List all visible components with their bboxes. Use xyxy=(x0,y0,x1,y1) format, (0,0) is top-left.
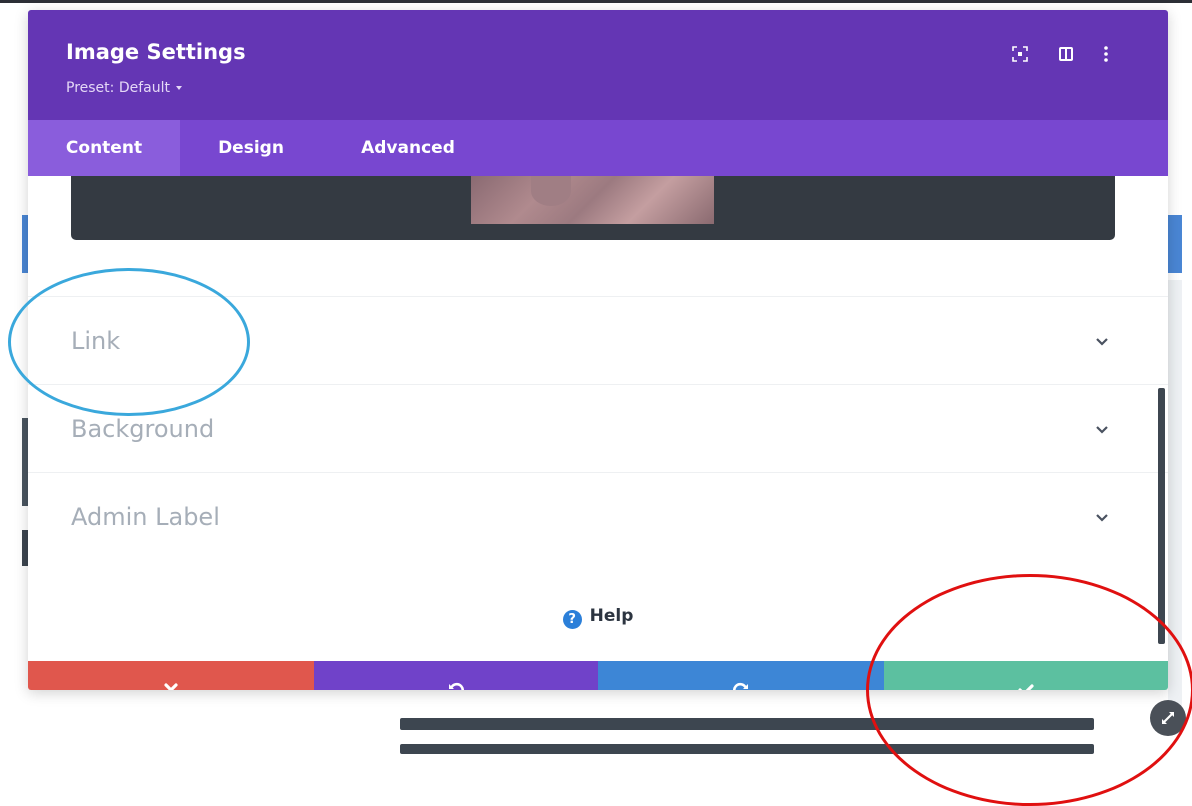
caret-down-icon xyxy=(175,86,182,90)
modal-title: Image Settings xyxy=(66,40,246,64)
section-background[interactable]: Background xyxy=(28,384,1168,473)
section-label: Admin Label xyxy=(71,503,220,531)
split-view-icon[interactable] xyxy=(1056,44,1076,64)
image-preview xyxy=(71,176,1115,240)
checkmark-icon xyxy=(1018,683,1034,690)
background-module-bar xyxy=(400,744,1094,754)
preset-label: Preset: Default xyxy=(66,80,170,96)
fullscreen-icon[interactable] xyxy=(1010,44,1030,64)
help-icon: ? xyxy=(562,610,582,629)
modal-header: Image Settings Preset: Default xyxy=(28,10,1168,120)
image-thumbnail[interactable] xyxy=(471,176,714,224)
background-blue-bar xyxy=(1168,215,1182,273)
chevron-down-icon xyxy=(1096,514,1108,522)
tab-design[interactable]: Design xyxy=(196,120,306,176)
more-options-icon[interactable] xyxy=(1096,44,1116,64)
tab-content[interactable]: Content xyxy=(28,120,180,176)
help-label: Help xyxy=(589,606,634,626)
section-label: Background xyxy=(71,415,215,443)
background-module-bar xyxy=(400,718,1094,730)
image-settings-modal: Image Settings Preset: Default Content D… xyxy=(28,10,1168,690)
preset-selector[interactable]: Preset: Default xyxy=(66,80,182,96)
section-admin-label[interactable]: Admin Label xyxy=(28,472,1168,561)
help-link[interactable]: ? Help xyxy=(28,606,1168,629)
chevron-down-icon xyxy=(1096,338,1108,346)
resize-icon xyxy=(1162,712,1174,724)
close-icon xyxy=(164,682,178,690)
redo-icon xyxy=(733,682,748,690)
chevron-down-icon xyxy=(1096,426,1108,434)
resize-handle[interactable] xyxy=(1150,700,1186,736)
page-top-border xyxy=(0,0,1192,8)
section-link[interactable]: Link xyxy=(28,296,1168,385)
background-panel xyxy=(1168,280,1182,720)
undo-button[interactable] xyxy=(314,661,598,690)
tab-advanced[interactable]: Advanced xyxy=(338,120,478,176)
undo-icon xyxy=(449,682,464,690)
section-label: Link xyxy=(71,327,121,355)
discard-button[interactable] xyxy=(28,661,314,690)
save-button[interactable] xyxy=(884,661,1168,690)
redo-button[interactable] xyxy=(598,661,884,690)
settings-tabs: Content Design Advanced xyxy=(28,120,1168,176)
modal-footer xyxy=(28,661,1168,690)
